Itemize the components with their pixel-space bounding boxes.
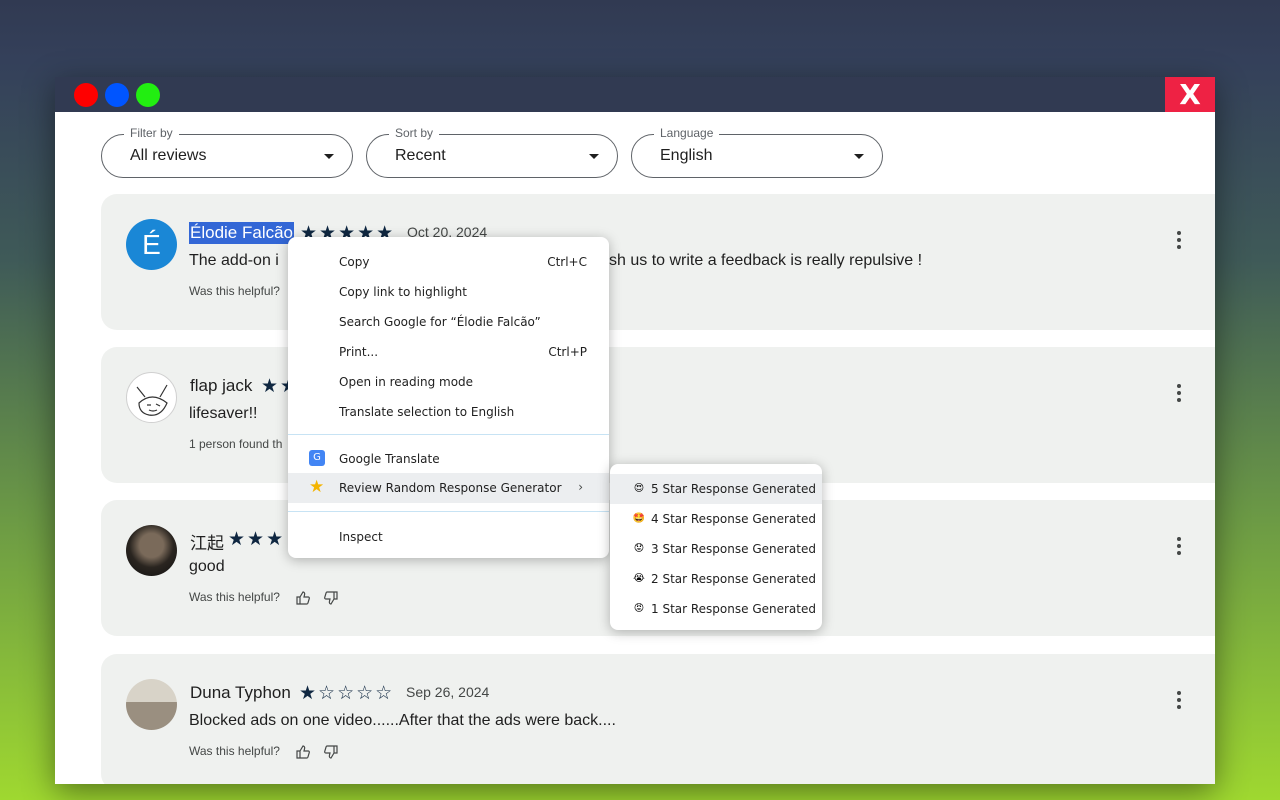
worried-emoji-icon: 😟	[633, 543, 645, 554]
more-options-icon[interactable]	[1177, 691, 1183, 712]
review-text: Blocked ads on one video......After that…	[189, 712, 616, 729]
chevron-down-icon	[324, 154, 334, 159]
review-text: The add-on i	[189, 252, 279, 269]
menu-item-label: Translate selection to English	[339, 405, 515, 419]
submenu-item-label: 2 Star Response Generated	[651, 572, 816, 586]
thumbs-up-icon[interactable]	[295, 590, 311, 606]
submenu-item-label: 4 Star Response Generated	[651, 512, 816, 526]
submenu-item-label: 3 Star Response Generated	[651, 542, 816, 556]
submenu-item-label: 5 Star Response Generated	[651, 482, 816, 496]
menu-item-copy-link[interactable]: Copy link to highlight	[288, 277, 609, 307]
menu-item-label: Review Random Response Generator	[339, 481, 562, 495]
language-value: English	[660, 147, 713, 164]
review-card: flap jack ★★ lifesaver!! 1 person found …	[101, 347, 1215, 483]
reviews-page: Filter by All reviews Sort by Recent Lan…	[55, 112, 1215, 784]
menu-item-shortcut: Ctrl+C	[547, 255, 587, 269]
star-icon: ★	[309, 477, 325, 497]
avatar	[126, 525, 177, 576]
star-rating: ★★★	[228, 528, 286, 550]
thumbs-up-icon[interactable]	[295, 744, 311, 760]
sort-by-value: Recent	[395, 147, 446, 164]
menu-divider	[288, 511, 609, 512]
chevron-down-icon	[854, 154, 864, 159]
filter-by-value: All reviews	[130, 147, 207, 164]
close-icon[interactable]: X	[1165, 77, 1215, 112]
filter-by-label: Filter by	[124, 126, 179, 140]
menu-item-label: Search Google for “Élodie Falcão”	[339, 315, 541, 329]
reviewer-name: Duna Typhon	[190, 683, 291, 702]
review-card: Duna Typhon ★☆☆☆☆ Sep 26, 2024 Blocked a…	[101, 654, 1215, 784]
minimize-window-dot[interactable]	[105, 83, 129, 107]
submenu-item-5-star[interactable]: 😍 5 Star Response Generated	[610, 474, 822, 504]
language-label: Language	[654, 126, 720, 140]
review-text-continued: sh us to write a feedback is really repu…	[609, 252, 923, 269]
helpful-prompt: Was this helpful?	[189, 590, 280, 604]
menu-item-reading-mode[interactable]: Open in reading mode	[288, 367, 609, 397]
menu-item-inspect[interactable]: Inspect	[288, 522, 609, 552]
more-options-icon[interactable]	[1177, 231, 1183, 252]
avatar	[126, 372, 177, 423]
reviewer-name[interactable]: Élodie Falcão	[189, 222, 295, 244]
reviewer-name: 江起	[190, 534, 224, 553]
browser-window: X Filter by All reviews Sort by Recent L…	[55, 77, 1215, 784]
avatar: É	[126, 219, 177, 270]
submenu-item-3-star[interactable]: 😟 3 Star Response Generated	[610, 534, 822, 564]
language-dropdown[interactable]: Language English	[631, 126, 883, 178]
thumbs-down-icon[interactable]	[323, 590, 339, 606]
thumbs-down-icon[interactable]	[323, 744, 339, 760]
menu-item-shortcut: Ctrl+P	[548, 345, 587, 359]
star-rating: ★☆☆☆☆	[299, 682, 395, 704]
more-options-icon[interactable]	[1177, 537, 1183, 558]
menu-item-label: Google Translate	[339, 452, 440, 466]
menu-item-label: Copy	[339, 255, 370, 269]
menu-item-search-google[interactable]: Search Google for “Élodie Falcão”	[288, 307, 609, 337]
review-text: good	[189, 558, 225, 575]
title-bar: X	[55, 77, 1215, 112]
submenu-item-1-star[interactable]: 😡 1 Star Response Generated	[610, 594, 822, 624]
submenu-item-4-star[interactable]: 🤩 4 Star Response Generated	[610, 504, 822, 534]
submenu-item-label: 1 Star Response Generated	[651, 602, 816, 616]
google-translate-icon: G	[309, 450, 325, 466]
sort-by-label: Sort by	[389, 126, 440, 140]
menu-item-label: Inspect	[339, 530, 383, 544]
sort-by-dropdown[interactable]: Sort by Recent	[366, 126, 618, 178]
angry-emoji-icon: 😡	[633, 603, 645, 614]
reviewer-name: flap jack	[190, 376, 253, 395]
menu-item-google-translate[interactable]: G Google Translate	[288, 444, 609, 474]
close-window-dot[interactable]	[74, 83, 98, 107]
menu-item-copy[interactable]: Copy Ctrl+C	[288, 247, 609, 277]
avatar	[126, 679, 177, 730]
heart-eyes-emoji-icon: 😍	[633, 483, 645, 494]
menu-item-label: Print...	[339, 345, 379, 359]
menu-item-review-generator[interactable]: ★ Review Random Response Generator ›	[288, 473, 609, 503]
response-submenu: 😍 5 Star Response Generated 🤩 4 Star Res…	[610, 464, 822, 630]
chevron-right-icon: ›	[578, 480, 583, 494]
review-date: Sep 26, 2024	[406, 684, 490, 700]
filter-by-dropdown[interactable]: Filter by All reviews	[101, 126, 353, 178]
review-text: lifesaver!!	[189, 405, 258, 422]
star-struck-emoji-icon: 🤩	[632, 513, 646, 524]
menu-item-label: Copy link to highlight	[339, 285, 467, 299]
menu-item-label: Open in reading mode	[339, 375, 474, 389]
context-menu: Copy Ctrl+C Copy link to highlight Searc…	[288, 237, 609, 558]
menu-item-translate-selection[interactable]: Translate selection to English	[288, 397, 609, 427]
crying-emoji-icon: 😭	[633, 573, 645, 584]
menu-divider	[288, 434, 609, 435]
review-card: É Élodie Falcão ★★★★★ Oct 20, 2024 The a…	[101, 194, 1215, 330]
helpful-prompt: Was this helpful?	[189, 284, 280, 298]
menu-item-print[interactable]: Print... Ctrl+P	[288, 337, 609, 367]
chevron-down-icon	[589, 154, 599, 159]
sketch-avatar-icon	[136, 384, 168, 416]
helpful-prompt: Was this helpful?	[189, 744, 280, 758]
more-options-icon[interactable]	[1177, 384, 1183, 405]
submenu-item-2-star[interactable]: 😭 2 Star Response Generated	[610, 564, 822, 594]
maximize-window-dot[interactable]	[136, 83, 160, 107]
helpful-count: 1 person found th	[189, 437, 283, 451]
